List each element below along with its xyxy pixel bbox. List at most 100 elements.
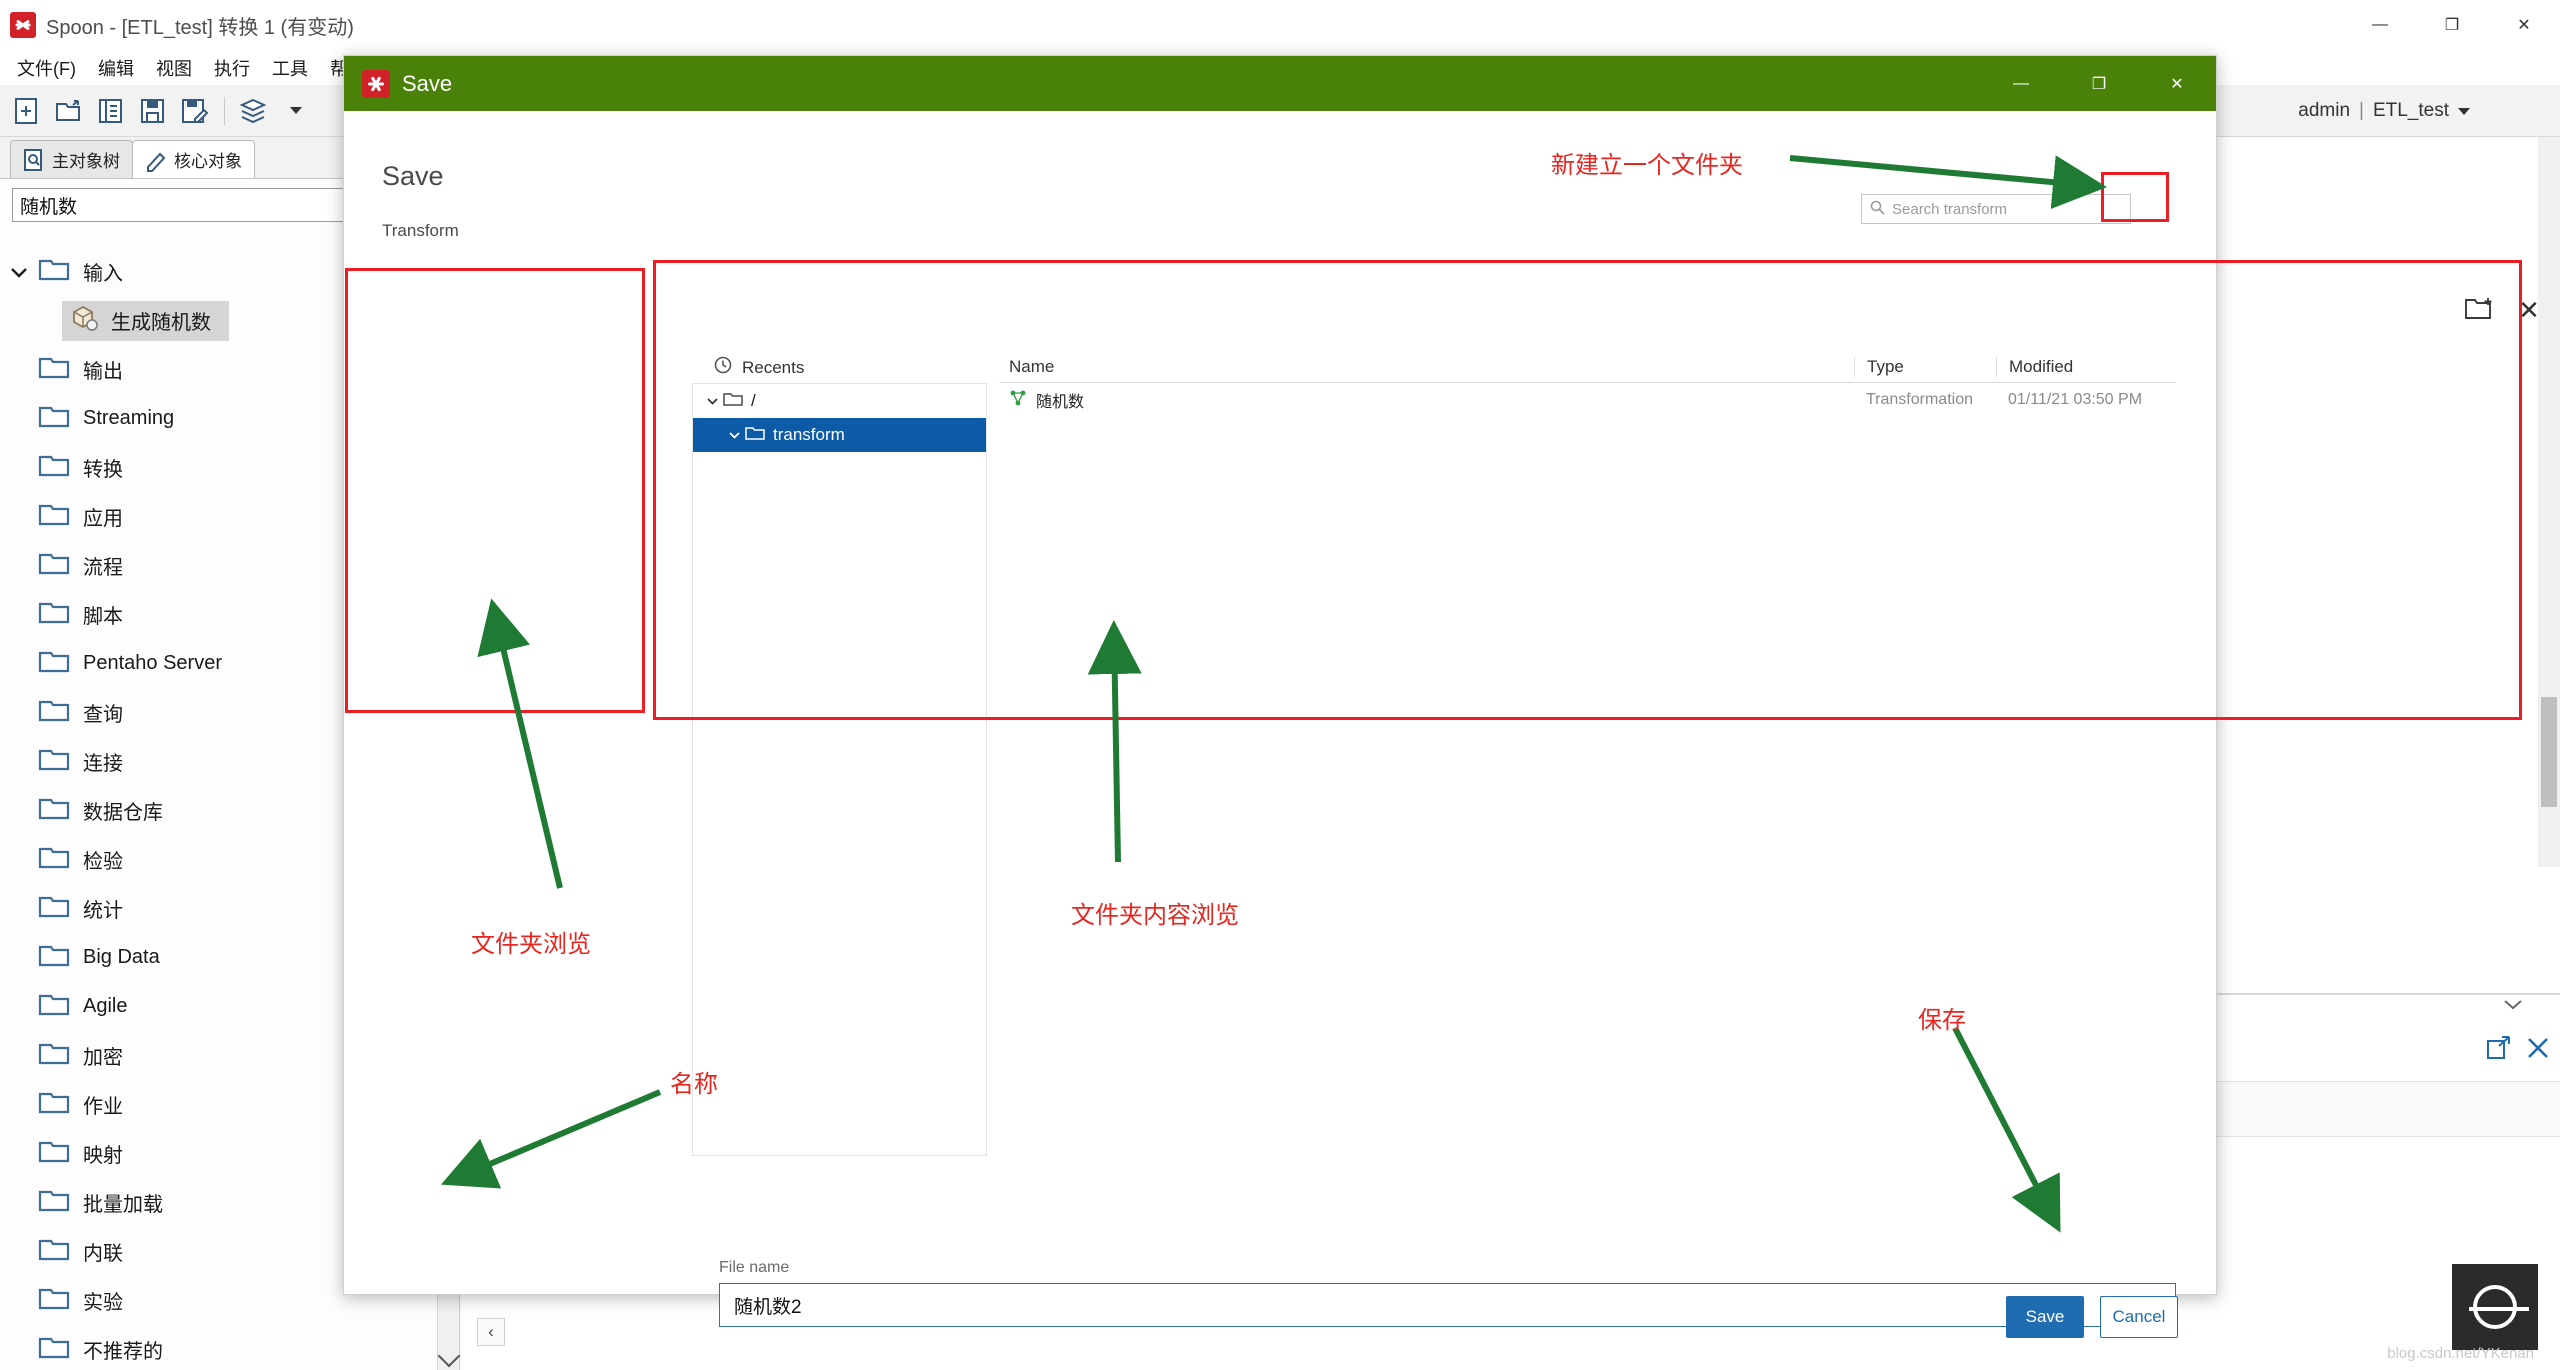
menu-item-run[interactable]: 执行 [203, 52, 261, 84]
dialog-minimize-button[interactable]: — [1982, 56, 2060, 111]
chevron-down-icon[interactable] [701, 397, 723, 406]
column-header-type[interactable]: Type [1854, 356, 1996, 377]
transformation-icon [1009, 389, 1027, 412]
tree-node-label: 应用 [83, 508, 123, 530]
new-file-icon[interactable] [9, 93, 45, 129]
open-file-icon[interactable] [51, 93, 87, 129]
menu-item-file[interactable]: 文件(F) [6, 52, 87, 84]
annotation-name: 名称 [670, 1071, 718, 1098]
tree-node-label: 加密 [83, 1047, 123, 1069]
folder-icon [38, 1040, 70, 1072]
chevron-down-icon[interactable] [723, 431, 745, 440]
tree-node-label: 统计 [83, 900, 123, 922]
tree-node-label: 内联 [83, 1243, 123, 1265]
tree-item-generate-random-label: 生成随机数 [111, 312, 211, 334]
cube-gear-icon [70, 304, 100, 338]
close-button[interactable]: ✕ [2488, 0, 2560, 50]
tab-main-object-tree[interactable]: 主对象树 [10, 140, 133, 178]
file-row-modified-cell: 01/11/21 03:50 PM [2008, 391, 2143, 408]
dialog-close-button[interactable]: ✕ [2138, 56, 2216, 111]
app-window-title: Spoon - [ETL_test] 转换 1 (有变动) [46, 16, 354, 39]
pencil-icon [145, 148, 167, 172]
folder-icon [38, 746, 70, 778]
save-dialog-actions: Save Cancel [2006, 1296, 2178, 1338]
cancel-button[interactable]: Cancel [2100, 1296, 2178, 1338]
tree-node-label: 检验 [83, 851, 123, 873]
tree-node-label: 连接 [83, 753, 123, 775]
tree-node-label: 流程 [83, 557, 123, 579]
folder-icon [38, 403, 70, 435]
folder-icon [38, 1285, 70, 1317]
folder-tree-row-transform[interactable]: transform [693, 418, 986, 452]
save-icon[interactable] [135, 93, 171, 129]
folder-icon [38, 550, 70, 582]
folder-icon [38, 1334, 70, 1366]
menu-item-view[interactable]: 视图 [145, 52, 203, 84]
tab-core-objects[interactable]: 核心对象 [132, 140, 255, 178]
folder-tree-row-root[interactable]: / [693, 384, 986, 418]
search-icon [1870, 200, 1885, 219]
save-dialog-title: Save [402, 70, 453, 96]
menu-item-edit[interactable]: 编辑 [87, 52, 145, 84]
tree-node-deprecated[interactable]: 不推荐的 [0, 1325, 459, 1370]
canvas-scrollbar-thumb[interactable] [2541, 697, 2557, 807]
close-x-icon[interactable]: ✕ [2512, 293, 2546, 327]
canvas-scrollbar[interactable] [2538, 137, 2560, 867]
menu-item-tools[interactable]: 工具 [261, 52, 319, 84]
tree-node-label: 数据仓库 [83, 802, 163, 824]
save-as-icon[interactable] [177, 93, 213, 129]
column-header-modified[interactable]: Modified [1996, 356, 2176, 377]
scroll-down-arrow-icon[interactable] [437, 1344, 461, 1368]
file-row-name-cell: 随机数 [999, 388, 1854, 412]
folder-icon [38, 452, 70, 484]
layers-dropdown-caret-icon[interactable] [278, 93, 314, 129]
tree-node-label: Big Data [83, 946, 160, 968]
account-separator: | [2359, 100, 2364, 121]
save-button[interactable]: Save [2006, 1296, 2084, 1338]
file-name-label: File name [719, 1259, 790, 1276]
toolbar-separator [224, 96, 225, 125]
save-dialog: Save — ❐ ✕ Save Transform Search transfo… [343, 55, 2540, 1338]
folder-icon [38, 795, 70, 827]
column-header-name[interactable]: Name [999, 357, 1854, 377]
file-row-type-cell: Transformation [1866, 391, 1973, 408]
folder-icon [38, 648, 70, 680]
annotation-new-folder: 新建立一个文件夹 [1551, 152, 1743, 179]
file-list-header: Name Type Modified [999, 351, 2176, 383]
folder-tree-root-label: / [751, 391, 756, 410]
save-dialog-heading: Save [382, 161, 444, 191]
tree-node-label: Streaming [83, 407, 175, 429]
save-dialog-subheading: Transform [382, 221, 459, 240]
watermark-text: blog.csdn.net/YKenan [2387, 1345, 2534, 1362]
folder-icon [38, 844, 70, 876]
folder-tree-pane: / transform [692, 383, 987, 1156]
folder-icon [723, 391, 743, 412]
folder-icon [38, 1187, 70, 1219]
detach-panel-icon[interactable] [2486, 1035, 2512, 1066]
folder-icon [38, 599, 70, 631]
save-dialog-window-controls: — ❐ ✕ [1982, 56, 2216, 111]
explore-icon[interactable] [93, 93, 129, 129]
account-chevron-down-icon[interactable] [2458, 107, 2470, 115]
app-window-controls: — ❐ ✕ [2344, 0, 2560, 50]
file-name-input[interactable]: 随机数2 ✕ [719, 1283, 2176, 1327]
account-user: admin [2298, 100, 2351, 121]
folder-tree-transform-label: transform [773, 425, 845, 444]
tab-core-objects-label: 核心对象 [174, 152, 242, 171]
table-row[interactable]: 随机数 Transformation 01/11/21 03:50 PM [999, 383, 2176, 417]
dialog-maximize-button[interactable]: ❐ [2060, 56, 2138, 111]
file-name-value: 随机数2 [734, 1296, 802, 1318]
chevron-down-icon[interactable] [0, 266, 38, 278]
close-panel-icon[interactable] [2526, 1036, 2550, 1065]
new-folder-icon[interactable] [2457, 291, 2505, 327]
folder-icon [38, 1138, 70, 1170]
search-transform-placeholder: Search transform [1892, 200, 2008, 218]
recents-item[interactable]: Recents [714, 356, 804, 379]
collapse-chevron-icon[interactable] [2502, 997, 2524, 1016]
layers-icon[interactable] [236, 93, 272, 129]
search-transform-input[interactable]: Search transform [1861, 194, 2131, 224]
tree-node-label: 转换 [83, 459, 123, 481]
minimize-button[interactable]: — [2344, 0, 2416, 50]
scroll-left-arrow-icon[interactable]: ‹ [477, 1318, 505, 1346]
maximize-button[interactable]: ❐ [2416, 0, 2488, 50]
